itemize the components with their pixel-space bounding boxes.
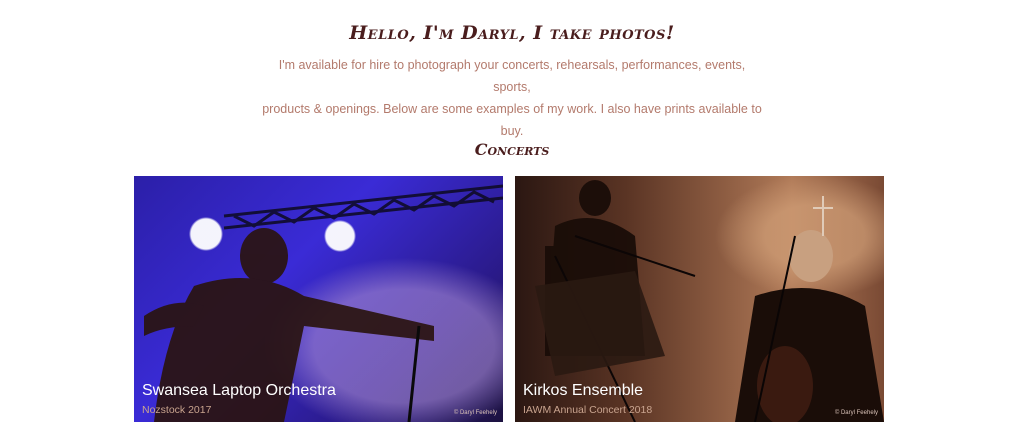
intro-line-2: products & openings. Below are some exam…: [262, 102, 762, 138]
photo-credit: © Daryl Feehely: [453, 410, 497, 416]
card-subtitle: IAWM Annual Concert 2018: [523, 404, 653, 416]
card-title: Kirkos Ensemble: [523, 382, 644, 399]
intro-text: I'm available for hire to photograph you…: [262, 54, 762, 142]
gallery-card-swansea-laptop-orchestra[interactable]: Swansea Laptop Orchestra Nozstock 2017 ©…: [134, 176, 503, 422]
section-title-concerts: Concerts: [474, 140, 550, 159]
card-subtitle: Nozstock 2017: [142, 404, 212, 416]
gallery-card-kirkos-ensemble[interactable]: Kirkos Ensemble IAWM Annual Concert 2018…: [515, 176, 884, 422]
card-title: Swansea Laptop Orchestra: [142, 382, 336, 399]
intro-line-1: I'm available for hire to photograph you…: [278, 58, 746, 94]
photo-credit: © Daryl Feehely: [834, 410, 878, 416]
page-title: Hello, I'm Daryl, I take photos!: [349, 22, 675, 44]
